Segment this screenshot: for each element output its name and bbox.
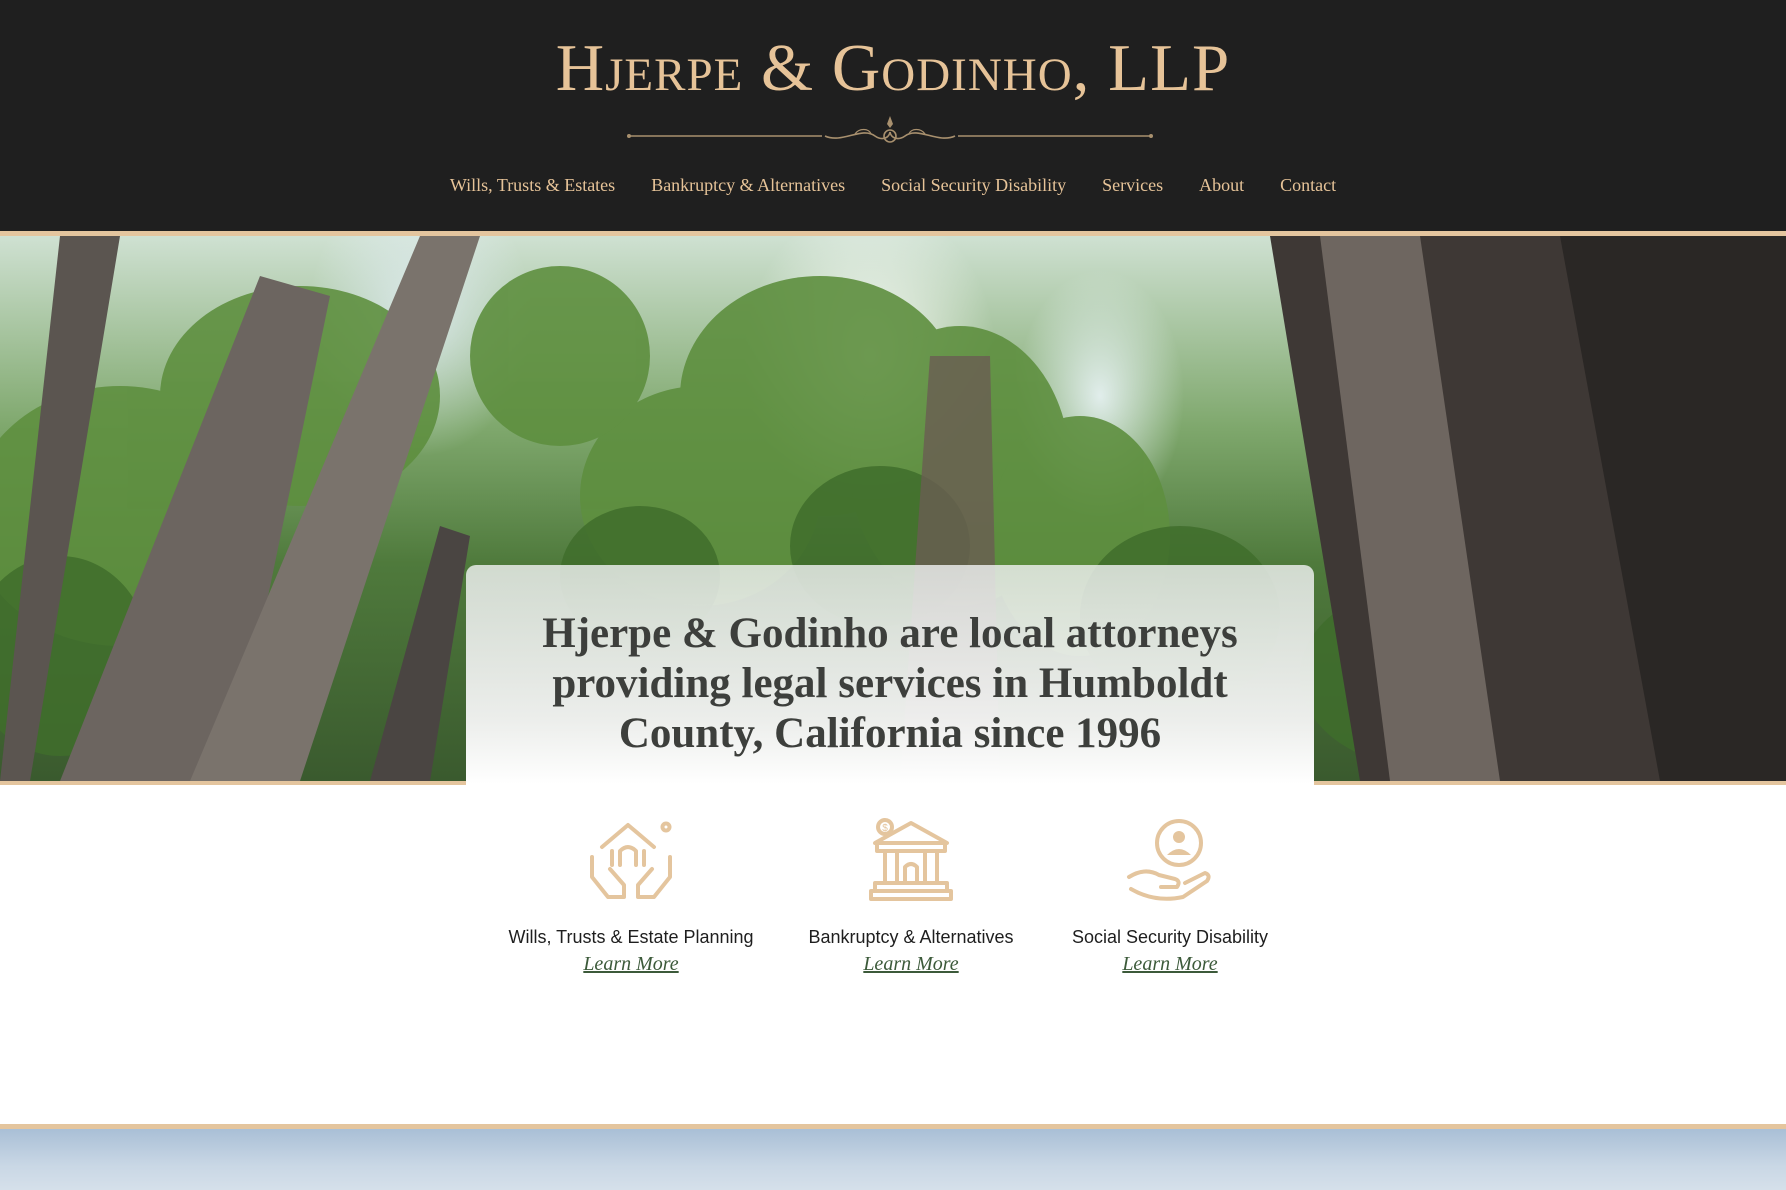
svg-text:$: $ [882, 823, 888, 834]
nav-contact[interactable]: Contact [1262, 171, 1354, 199]
nav-services[interactable]: Services [1084, 171, 1181, 199]
nav-social-security[interactable]: Social Security Disability [863, 171, 1084, 199]
hero-tagline: Hjerpe & Godinho are local attorneys pro… [542, 610, 1238, 757]
service-title-bankruptcy: Bankruptcy & Alternatives [808, 927, 1014, 947]
tagline-panel: Hjerpe & Godinho are local attorneys pro… [466, 565, 1314, 785]
site-header: Hjerpe & Godinho, LLP Wills, Trusts & Es… [0, 0, 1786, 231]
learn-more-wills-link[interactable]: Learn More [583, 953, 678, 976]
service-title-wills: Wills, Trusts & Estate Planning [508, 927, 754, 947]
service-card-wills: Wills, Trusts & Estate Planning Learn Mo… [481, 817, 781, 976]
service-card-bankruptcy: $ Bankruptcy & Alternatives Learn More [761, 817, 1061, 976]
nav-about[interactable]: About [1181, 171, 1262, 199]
learn-more-bankruptcy-link[interactable]: Learn More [863, 953, 958, 976]
nav-wills-trusts-estates[interactable]: Wills, Trusts & Estates [432, 171, 633, 199]
service-title-social-security: Social Security Disability [1071, 927, 1269, 947]
site-logo[interactable]: Hjerpe & Godinho, LLP [0, 24, 1786, 112]
ornament-divider-icon [627, 116, 1153, 143]
nav-bankruptcy[interactable]: Bankruptcy & Alternatives [633, 171, 863, 199]
next-section-image [0, 1129, 1786, 1190]
service-card-social-security: Social Security Disability Learn More [1020, 817, 1320, 976]
main-nav: Wills, Trusts & Estates Bankruptcy & Alt… [0, 171, 1786, 199]
bank-dollar-icon: $ [869, 818, 953, 901]
hand-person-icon [1127, 819, 1211, 901]
learn-more-social-security-link[interactable]: Learn More [1122, 953, 1217, 976]
house-hands-icon [590, 821, 672, 899]
